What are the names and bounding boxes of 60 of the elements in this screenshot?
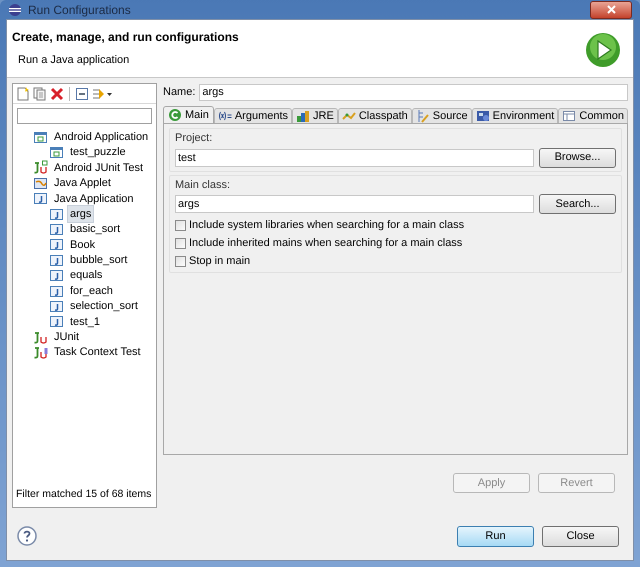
java-file-icon [49,314,64,330]
name-field[interactable]: args [199,84,628,100]
tab-icon [168,108,182,122]
header-subtitle: Run a Java application [17,53,130,68]
app-icon [8,2,22,16]
junit-icon [33,160,48,176]
checkbox-label: Stop in main [189,254,250,269]
tab-icon [218,109,232,123]
java-file-icon [49,222,64,238]
new-file-icon[interactable] [16,86,30,100]
project-field[interactable]: test [175,148,534,166]
name-label: Name: [163,84,196,100]
search-button[interactable]: Search... [539,194,616,214]
tab[interactable]: Main [163,106,214,123]
java-file-icon [49,284,64,299]
tab-icon [476,109,490,123]
java-file-icon [49,252,64,268]
window-icon [49,145,64,160]
close-icon [606,5,616,14]
filter-icon[interactable] [92,86,112,100]
junit-icon [33,345,48,360]
delete-icon[interactable] [50,86,64,100]
java-file-icon [33,191,48,206]
tab[interactable]: Environment [472,108,558,123]
duplicate-icon[interactable] [33,86,47,100]
main-class-field[interactable]: args [175,195,534,213]
window-title: Run Configurations [28,2,131,18]
tab-icon [296,109,310,123]
help-icon[interactable] [17,526,37,546]
checkbox-label: Include system libraries when searching for a main class [189,218,464,233]
checkbox[interactable] [175,220,186,230]
dialog-button[interactable]: Run [457,526,534,546]
checkbox[interactable] [175,238,186,248]
tab-icon [416,109,430,123]
java-file-icon [49,268,64,284]
project-label: Project: [175,131,214,146]
main-class-label: Main class: [175,178,232,192]
tab[interactable]: Source [412,108,472,123]
tab[interactable]: Arguments [214,108,292,123]
tab-icon [562,109,576,123]
window-icon [33,130,48,145]
header-title: Create, manage, and run configurations [12,29,239,46]
dialog-button[interactable]: Close [542,526,619,546]
filter-status: Filter matched 15 of 68 items [16,487,152,502]
tab[interactable]: JRE [292,108,338,123]
browse-button[interactable]: Browse... [539,148,616,168]
run-icon [585,32,621,68]
tab[interactable]: Classpath [338,108,412,123]
java-file-icon [49,237,64,252]
collapse-icon[interactable] [75,86,89,100]
junit-icon [33,330,48,345]
close-button[interactable] [590,0,632,18]
tree-item[interactable]: args [67,204,94,224]
applet-icon [33,176,48,191]
java-file-icon [49,298,64,314]
checkbox[interactable] [175,256,186,266]
filter-field[interactable] [17,108,152,124]
checkbox-label: Include inherited mains when searching for a main class [189,236,462,251]
java-file-icon [49,206,64,222]
tab[interactable]: Common [558,108,628,123]
